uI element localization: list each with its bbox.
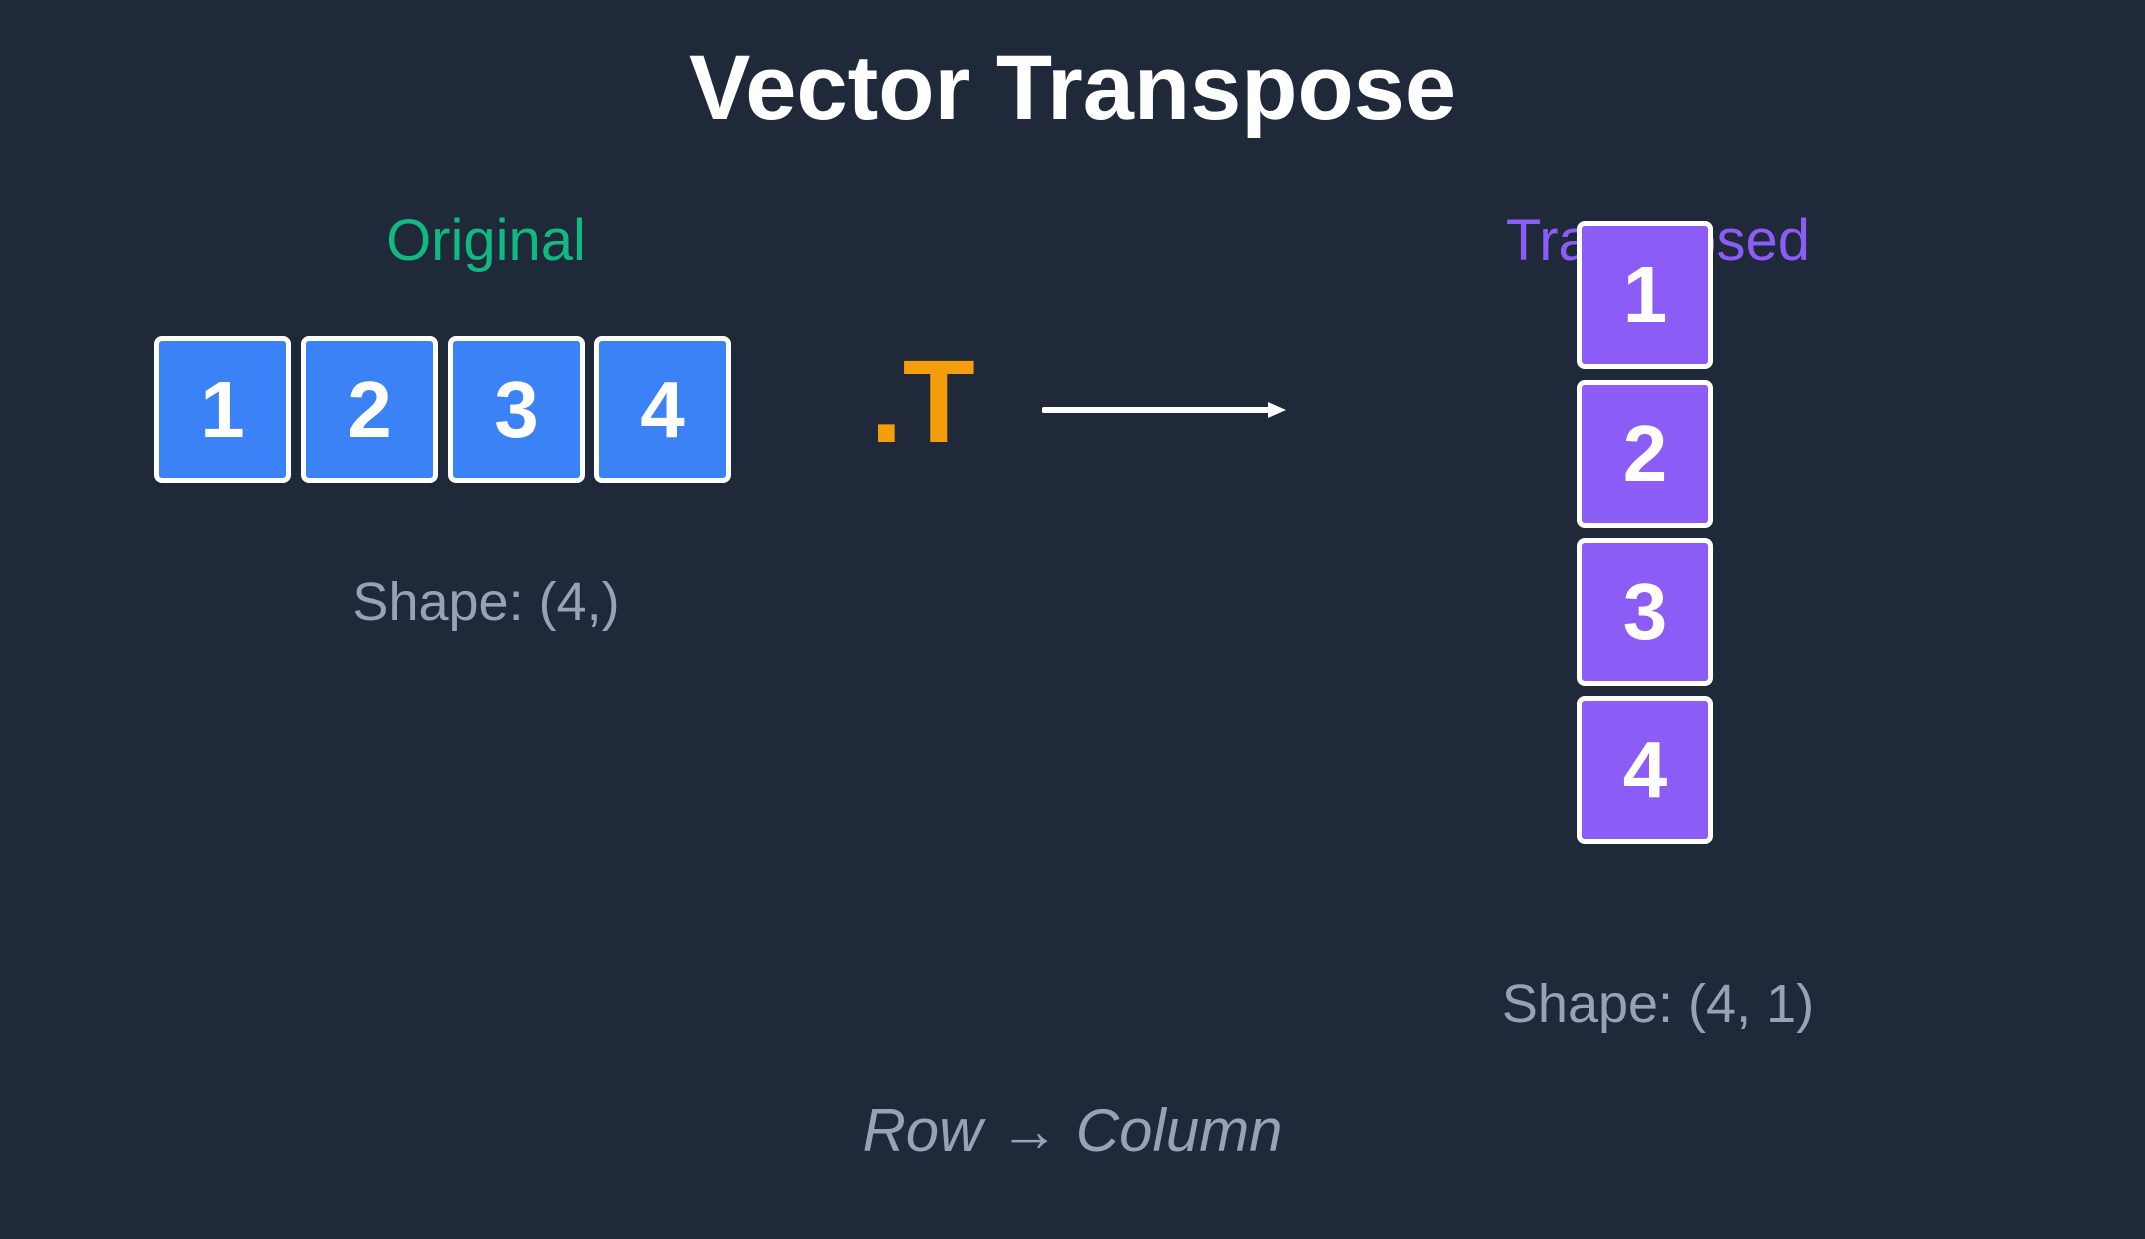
transposed-cell: 2 (1577, 380, 1713, 528)
diagram-title: Vector Transpose (689, 37, 1456, 139)
original-cell: 1 (154, 336, 291, 483)
original-shape: Shape: (4,) (352, 572, 620, 632)
original-cell: 4 (594, 336, 731, 483)
original-label: Original (386, 208, 586, 273)
transposed-cell: 3 (1577, 538, 1713, 686)
right-arrow-icon (1042, 402, 1286, 418)
original-cell: 2 (301, 336, 438, 483)
caption: Row → Column (862, 1097, 1283, 1164)
transpose-operator: .T (870, 336, 975, 468)
original-cell: 3 (448, 336, 585, 483)
transposed-cell: 4 (1577, 696, 1713, 844)
transposed-shape: Shape: (4, 1) (1501, 974, 1815, 1034)
transposed-cell: 1 (1577, 221, 1713, 369)
